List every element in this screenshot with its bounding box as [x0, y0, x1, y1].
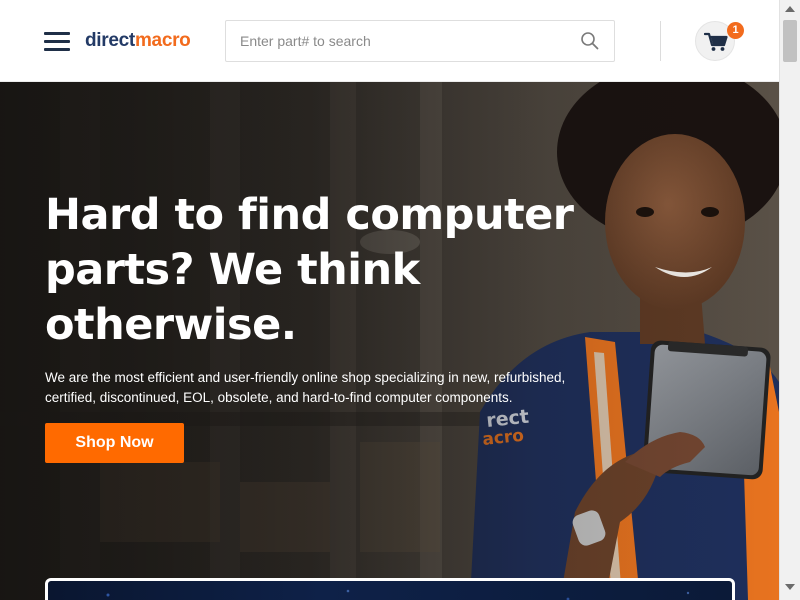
search-bar [225, 20, 615, 62]
hamburger-menu-icon[interactable] [44, 30, 70, 52]
shopping-cart-icon [704, 32, 728, 51]
hero-description: We are the most efficient and user-frien… [45, 370, 566, 405]
circuit-pattern-icon [106, 589, 690, 600]
search-input[interactable] [226, 21, 556, 61]
menu-bar [44, 48, 70, 51]
site-logo[interactable]: directmacro [85, 29, 191, 53]
cart-count-badge: 1 [727, 22, 744, 39]
hero-heading: Hard to find computer parts? We think ot… [45, 190, 574, 350]
site-header: directmacro 1 [0, 0, 779, 82]
menu-bar [44, 40, 70, 43]
scrollbar-thumb[interactable] [783, 20, 797, 62]
logo-text-direct: direct [85, 30, 135, 51]
promo-card[interactable] [45, 578, 735, 600]
page: directmacro 1 [0, 0, 800, 600]
hero-banner: rect acro Hard to find computer p [0, 82, 779, 600]
shop-now-button[interactable]: Shop Now [45, 423, 184, 463]
logo-text-macro: macro [134, 30, 191, 51]
header-divider [660, 21, 661, 61]
vertical-scrollbar[interactable] [779, 0, 800, 600]
scroll-up-arrow-icon[interactable] [785, 6, 795, 12]
search-icon[interactable] [580, 31, 600, 51]
scroll-down-arrow-icon[interactable] [785, 584, 795, 590]
menu-bar [44, 32, 70, 35]
